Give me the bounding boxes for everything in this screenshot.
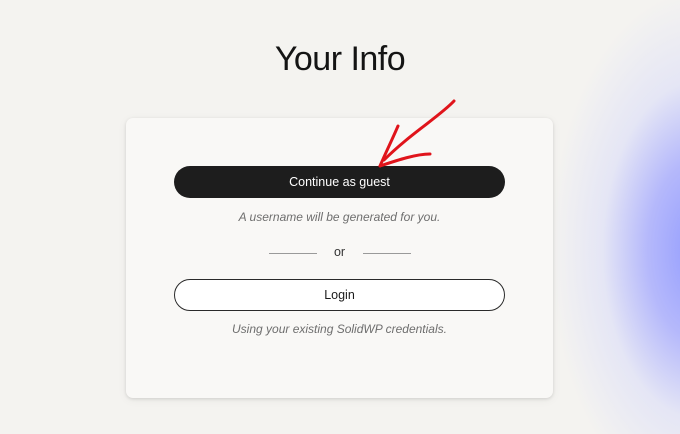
page-title: Your Info <box>274 40 406 78</box>
or-divider: or <box>126 245 553 261</box>
login-note: Using your existing SolidWP credentials. <box>232 322 447 336</box>
login-button[interactable]: Login <box>174 279 505 311</box>
divider-text: or <box>333 245 346 259</box>
login-options-card: Continue as guest A username will be gen… <box>126 118 553 398</box>
continue-as-guest-button[interactable]: Continue as guest <box>174 166 505 198</box>
guest-note: A username will be generated for you. <box>238 210 441 224</box>
divider-line-right <box>363 253 411 254</box>
